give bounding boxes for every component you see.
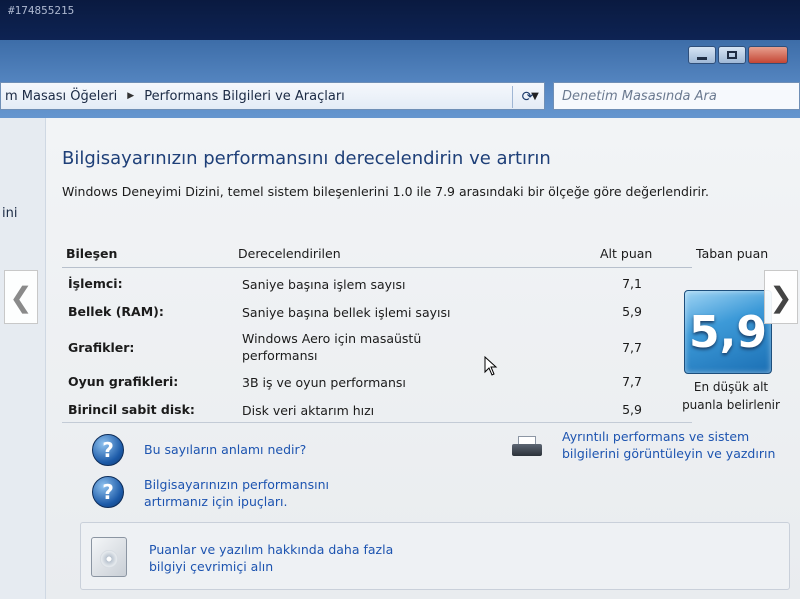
left-pane-item[interactable]: ini xyxy=(2,206,17,221)
component-description: Saniye başına bellek işlemi sayısı xyxy=(242,305,451,320)
help-item-meaning: ? Bu sayıların anlamı nedir? xyxy=(92,434,306,466)
link-detailed-info-print[interactable]: Ayrıntılı performans ve sistem bilgileri… xyxy=(562,428,800,462)
refresh-icon: ⟳ xyxy=(521,89,534,105)
mouse-cursor-icon xyxy=(484,356,498,376)
page-description: Windows Deneyimi Dizini, temel sistem bi… xyxy=(62,184,709,199)
component-name: Grafikler: xyxy=(68,340,135,355)
table-divider xyxy=(62,422,692,423)
printer-body-shape xyxy=(512,444,542,456)
column-header-subscore: Alt puan xyxy=(600,246,653,261)
component-score: 7,7 xyxy=(622,374,642,389)
component-description: Saniye başına işlem sayısı xyxy=(242,277,406,292)
column-header-component: Bileşen xyxy=(66,246,118,261)
left-navigation-pane: ini xyxy=(0,118,46,599)
component-description: 3B iş ve oyun performansı xyxy=(242,375,406,390)
component-name: Oyun grafikleri: xyxy=(68,374,179,389)
online-info-box: Puanlar ve yazılım hakkında daha fazla b… xyxy=(80,522,790,590)
search-input[interactable]: Denetim Masasında Ara xyxy=(553,82,800,110)
content-panel: ini Bilgisayarınızın performansını derec… xyxy=(0,118,800,599)
component-score: 7,7 xyxy=(622,340,642,355)
gallery-next-button[interactable]: ❯ xyxy=(764,270,798,324)
component-name: Birincil sabit disk: xyxy=(68,402,195,417)
base-score-value: 5,9 xyxy=(689,306,767,358)
chevron-right-icon: ❯ xyxy=(769,280,793,314)
maximize-button[interactable] xyxy=(718,46,746,64)
minimize-icon xyxy=(697,56,707,60)
column-header-rated: Derecelendirilen xyxy=(238,246,341,261)
minimize-button[interactable] xyxy=(688,46,716,64)
chevron-left-icon: ❮ xyxy=(9,280,33,314)
link-online-info[interactable]: Puanlar ve yazılım hakkında daha fazla b… xyxy=(149,541,409,575)
window-controls xyxy=(688,46,788,64)
maximize-icon xyxy=(727,51,737,59)
help-item-tips: ? Bilgisayarınızın performansını artırma… xyxy=(92,476,394,510)
component-score: 5,9 xyxy=(622,402,642,417)
breadcrumb-control-panel-items[interactable]: m Masası Öğeleri xyxy=(1,89,121,104)
search-placeholder: Denetim Masasında Ara xyxy=(562,88,717,104)
help-question-icon: ? xyxy=(92,434,124,466)
base-score-badge: 5,9 xyxy=(684,290,772,374)
column-header-base-score: Taban puan xyxy=(696,246,769,261)
address-bar[interactable]: m Masası Öğeleri ▶ Performans Bilgileri … xyxy=(0,82,545,110)
component-description: Windows Aero için masaüstü performansı xyxy=(242,331,422,363)
component-description: Disk veri aktarım hızı xyxy=(242,403,375,418)
close-button[interactable] xyxy=(748,46,788,64)
breadcrumb-performance[interactable]: Performans Bilgileri ve Araçları xyxy=(140,89,349,104)
base-score-caption: En düşük alt puanla belirlenir xyxy=(682,380,780,412)
refresh-button[interactable]: ⟳ xyxy=(512,86,542,108)
breadcrumb-separator-icon[interactable]: ▶ xyxy=(121,91,140,101)
link-performance-tips[interactable]: Bilgisayarınızın performansını artırmanı… xyxy=(144,476,394,510)
monitor-bezel: #174855215 xyxy=(0,0,800,44)
score-table-header: Bileşen Derecelendirilen Alt puan xyxy=(62,238,692,268)
link-what-do-numbers-mean[interactable]: Bu sayıların anlamı nedir? xyxy=(144,441,306,458)
printer-icon xyxy=(510,436,544,458)
component-name: İşlemci: xyxy=(68,276,123,291)
help-question-icon: ? xyxy=(92,476,124,508)
page-title: Bilgisayarınızın performansını derecelen… xyxy=(62,148,551,169)
component-score: 7,1 xyxy=(622,276,642,291)
software-box-icon xyxy=(91,537,127,577)
cd-icon xyxy=(100,550,118,568)
help-item-details: Ayrıntılı performans ve sistem bilgileri… xyxy=(510,429,800,462)
photo-id-label: #174855215 xyxy=(8,4,75,17)
component-score: 5,9 xyxy=(622,304,642,319)
gallery-prev-button[interactable]: ❮ xyxy=(4,270,38,324)
component-name: Bellek (RAM): xyxy=(68,304,164,319)
